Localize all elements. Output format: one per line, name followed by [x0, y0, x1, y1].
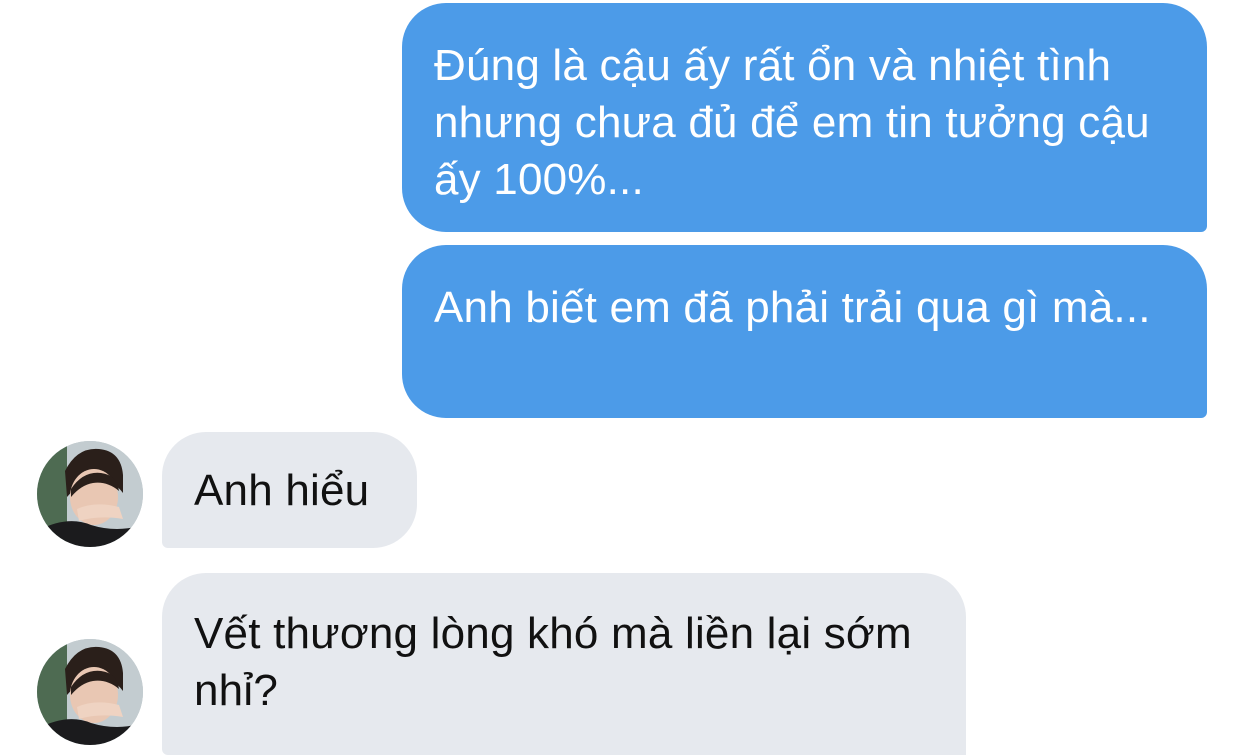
- avatar-photo-icon: [37, 441, 143, 547]
- incoming-message-bubble[interactable]: Anh hiểu: [162, 432, 417, 548]
- message-text: Anh hiểu: [194, 466, 370, 515]
- message-text: Đúng là cậu ấy rất ổn và nhiệt tình nhưn…: [434, 41, 1150, 204]
- message-text: Anh biết em đã phải trải qua gì mà...: [434, 283, 1151, 332]
- avatar-photo-icon: [37, 639, 143, 745]
- chat-thread: Đúng là cậu ấy rất ổn và nhiệt tình nhưn…: [0, 0, 1242, 755]
- outgoing-message-bubble[interactable]: Đúng là cậu ấy rất ổn và nhiệt tình nhưn…: [402, 3, 1207, 232]
- incoming-message-bubble[interactable]: Vết thương lòng khó mà liền lại sớm nhỉ?: [162, 573, 966, 755]
- contact-avatar[interactable]: [37, 441, 143, 547]
- outgoing-message-bubble[interactable]: Anh biết em đã phải trải qua gì mà...: [402, 245, 1207, 418]
- message-text: Vết thương lòng khó mà liền lại sớm nhỉ?: [194, 609, 912, 715]
- contact-avatar[interactable]: [37, 639, 143, 745]
